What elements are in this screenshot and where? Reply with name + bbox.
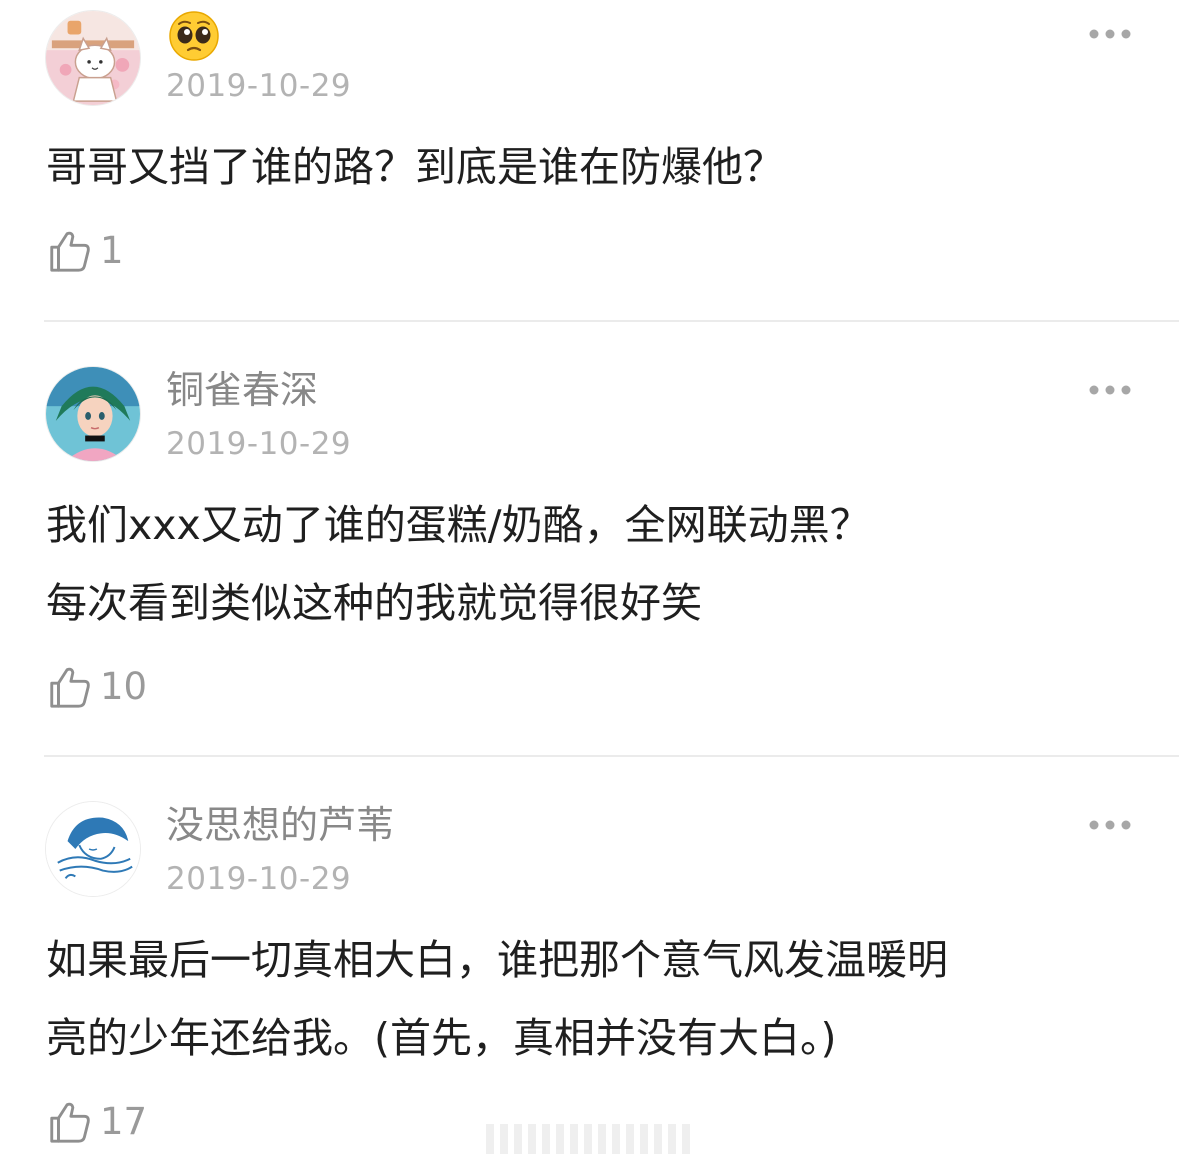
pleading-face-icon <box>169 11 219 61</box>
comment-item: 没思想的芦苇 2019-10-29 如果最后一切真相大白，谁把那个意气风发温暖明… <box>0 757 1179 1166</box>
user-avatar[interactable] <box>45 366 141 462</box>
comment-date: 2019-10-29 <box>166 861 352 897</box>
more-dots-icon <box>1089 29 1131 39</box>
like-button[interactable]: 10 <box>46 662 147 712</box>
like-count: 10 <box>100 665 148 708</box>
more-dots-icon <box>1089 385 1131 395</box>
anime-girl-avatar-icon <box>46 367 140 461</box>
thumbs-up-icon <box>50 667 90 708</box>
more-dots-icon <box>1089 820 1131 830</box>
comment-text-line: 每次看到类似这种的我就觉得很好笑 <box>46 579 702 627</box>
like-button[interactable]: 17 <box>46 1097 147 1147</box>
username[interactable]: 🥺 <box>168 10 220 62</box>
comment-text: 哥哥又挡了谁的路？到底是谁在防爆他？ <box>46 143 784 191</box>
comment-text-line: 如果最后一切真相大白，谁把那个意气风发温暖明 <box>46 936 948 984</box>
comment-text-line: 我们xxx又动了谁的蛋糕/奶酪，全网联动黑？ <box>46 501 871 549</box>
username-text: 🥺 <box>220 10 221 11</box>
comment-item: 铜雀春深 2019-10-29 我们xxx又动了谁的蛋糕/奶酪，全网联动黑？ 每… <box>0 322 1179 754</box>
user-avatar[interactable] <box>45 10 141 106</box>
comment-date: 2019-10-29 <box>166 426 352 462</box>
like-count: 17 <box>100 1100 148 1143</box>
thumbs-up-icon <box>50 231 90 272</box>
username[interactable]: 铜雀春深 <box>166 368 318 412</box>
watermark <box>486 1124 708 1158</box>
cat-illustration-avatar-icon <box>46 11 140 105</box>
more-options-button[interactable] <box>1084 815 1136 835</box>
user-avatar[interactable] <box>45 801 141 897</box>
comment-date: 2019-10-29 <box>166 68 352 104</box>
comment-item: 🥺 2019-10-29 哥哥又挡了谁的路？到底是谁在防爆他？ 1 <box>0 0 1179 320</box>
more-options-button[interactable] <box>1084 380 1136 400</box>
more-options-button[interactable] <box>1084 24 1136 44</box>
like-button[interactable]: 1 <box>46 226 124 276</box>
comment-text-line: 亮的少年还给我。(首先，真相并没有大白。) <box>46 1014 837 1062</box>
like-count: 1 <box>100 229 124 272</box>
username[interactable]: 没思想的芦苇 <box>166 803 394 847</box>
line-drawing-avatar-icon <box>46 802 140 896</box>
thumbs-up-icon <box>50 1102 90 1143</box>
